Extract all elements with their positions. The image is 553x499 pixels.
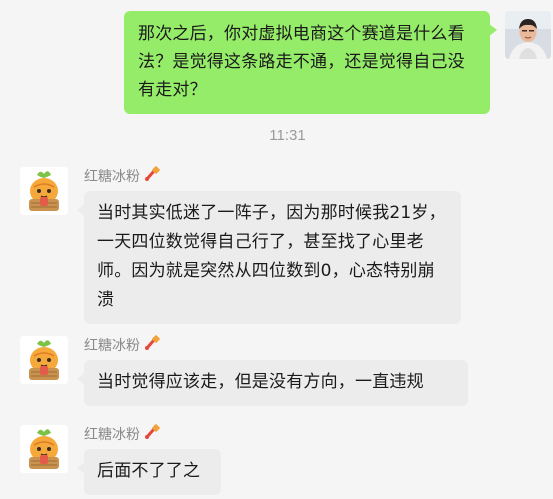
user-photo-avatar-icon <box>505 11 551 59</box>
incoming-message-text: 当时觉得应该走，但是没有方向，一直违规 <box>97 372 424 392</box>
sender-name-text: 红糖冰粉 <box>84 427 140 443</box>
carrot-cartoon-avatar-icon <box>20 425 68 473</box>
incoming-message-bubble[interactable]: 后面不了了之 <box>77 449 221 495</box>
incoming-message-text: 后面不了了之 <box>97 461 201 481</box>
sender-name-text: 红糖冰粉 <box>84 338 140 354</box>
chat-window: 那次之后，你对虚拟电商这个赛道是什么看法？是觉得这条路走不通，还是觉得自己没有走… <box>0 0 553 499</box>
incoming-message-row: 红糖冰粉 当时觉得应该走，但是没有方向，一直违规 <box>0 334 553 406</box>
incoming-message-text: 当时其实低迷了一阵子，因为那时候我21岁，一天四位数觉得自己行了，甚至找了心里老… <box>97 203 446 310</box>
outgoing-message-bubble[interactable]: 那次之后，你对虚拟电商这个赛道是什么看法？是觉得这条路走不通，还是觉得自己没有走… <box>124 11 497 114</box>
brush-tag-icon <box>143 334 161 358</box>
brush-tag-icon <box>143 423 161 447</box>
sender-name: 红糖冰粉 <box>84 165 161 189</box>
brush-tag-icon <box>143 165 161 189</box>
incoming-message-row: 红糖冰粉 当时其实低迷了一阵子，因为那时候我21岁，一天四位数觉得自己行了，甚至… <box>0 165 553 324</box>
contact-avatar[interactable] <box>20 336 68 384</box>
outgoing-message-text: 那次之后，你对虚拟电商这个赛道是什么看法？是觉得这条路走不通，还是觉得自己没有走… <box>138 24 465 100</box>
incoming-message-bubble[interactable]: 当时觉得应该走，但是没有方向，一直违规 <box>77 360 468 406</box>
contact-avatar[interactable] <box>20 167 68 215</box>
sender-name-text: 红糖冰粉 <box>84 169 140 185</box>
sender-name: 红糖冰粉 <box>84 334 161 358</box>
outgoing-message-row: 那次之后，你对虚拟电商这个赛道是什么看法？是觉得这条路走不通，还是觉得自己没有走… <box>0 11 553 114</box>
self-avatar[interactable] <box>505 11 551 59</box>
sender-name: 红糖冰粉 <box>84 423 161 447</box>
carrot-cartoon-avatar-icon <box>20 167 68 215</box>
incoming-message-bubble[interactable]: 当时其实低迷了一阵子，因为那时候我21岁，一天四位数觉得自己行了，甚至找了心里老… <box>77 191 461 324</box>
incoming-message-row: 红糖冰粉 后面不了了之 <box>0 423 553 495</box>
timestamp: 11:31 <box>269 127 306 144</box>
contact-avatar[interactable] <box>20 425 68 473</box>
carrot-cartoon-avatar-icon <box>20 336 68 384</box>
